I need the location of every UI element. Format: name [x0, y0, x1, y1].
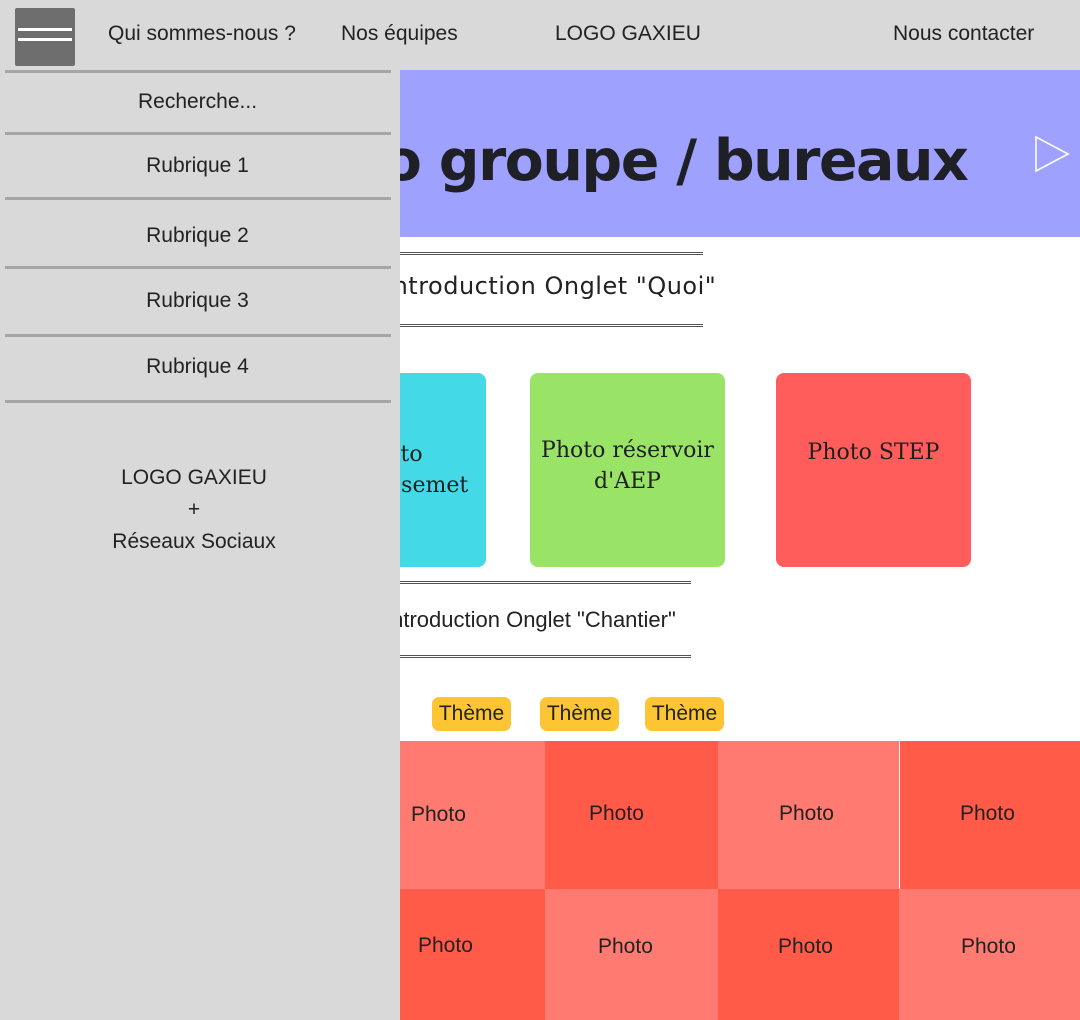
drawer-item-rubrique-4[interactable]: Rubrique 4 — [0, 355, 395, 379]
header-logo: LOGO GAXIEU — [555, 22, 701, 45]
drawer-item-rubrique-3[interactable]: Rubrique 3 — [0, 289, 395, 313]
tile-reservoir-aep[interactable]: Photo réservoir d'AEP — [530, 373, 725, 567]
nav-link-nos-equipes[interactable]: Nos équipes — [341, 22, 458, 46]
nav-link-qui-sommes-nous[interactable]: Qui sommes-nous ? — [108, 22, 296, 46]
drawer-separator — [5, 132, 391, 135]
photo-label: Photo — [418, 934, 473, 957]
top-navigation-bar: Qui sommes-nous ? Nos équipes LOGO GAXIE… — [0, 0, 1080, 70]
drawer-item-rubrique-2[interactable]: Rubrique 2 — [0, 224, 395, 248]
hamburger-menu-icon[interactable] — [15, 8, 75, 66]
nav-link-nous-contacter[interactable]: Nous contacter — [893, 22, 1034, 46]
theme-chip[interactable]: Thème — [645, 697, 724, 731]
photo-cell[interactable]: Photo — [545, 889, 718, 1020]
tile-label: Photo STEP — [807, 440, 940, 465]
photo-cell[interactable]: Photo — [899, 889, 1080, 1020]
photo-label: Photo — [598, 935, 653, 958]
drawer-item-rubrique-1[interactable]: Rubrique 1 — [0, 154, 395, 178]
triangle-next-icon[interactable] — [1032, 134, 1072, 174]
photo-label: Photo — [779, 802, 834, 825]
drawer-separator — [5, 266, 391, 269]
divider — [400, 581, 691, 584]
photo-cell[interactable]: Photo — [718, 889, 899, 1020]
photo-cell[interactable]: Photo — [400, 741, 545, 889]
photo-cell[interactable]: Photo — [545, 741, 718, 889]
section-intro-chantier: Introduction Onglet "Chantier" — [385, 607, 676, 632]
photo-label: Photo — [960, 802, 1015, 825]
drawer-footer-logo: LOGO GAXIEU — [121, 466, 267, 489]
photo-label: Photo — [411, 803, 466, 826]
photo-cell[interactable]: Photo — [400, 889, 545, 1020]
tile-label: Photo réservoir d'AEP — [541, 438, 714, 494]
hero-title: Photo groupe / bureaux — [400, 128, 969, 194]
theme-chip[interactable]: Thème — [432, 697, 511, 731]
drawer-footer: LOGO GAXIEU + Réseaux Sociaux — [0, 462, 388, 558]
drawer-separator — [5, 70, 391, 73]
drawer-separator — [5, 334, 391, 337]
divider — [400, 252, 703, 255]
drawer-footer-social[interactable]: Réseaux Sociaux — [0, 526, 388, 558]
drawer-footer-plus: + — [187, 498, 201, 521]
photo-label: Photo — [778, 935, 833, 958]
photo-label: Photo — [589, 802, 644, 825]
photo-cell[interactable]: Photo — [900, 741, 1080, 889]
tile-step[interactable]: Photo STEP — [776, 373, 971, 567]
section-intro-quoi: Introduction Onglet "Quoi" — [385, 272, 717, 300]
photo-cell[interactable]: Photo — [718, 741, 899, 889]
menu-icon-line — [18, 28, 72, 31]
hero-banner: Photo groupe / bureaux — [400, 70, 1080, 237]
menu-icon-line — [18, 38, 72, 41]
side-drawer: Recherche... Rubrique 1 Rubrique 2 Rubri… — [0, 70, 400, 1020]
drawer-separator — [5, 197, 391, 200]
drawer-search[interactable]: Recherche... — [0, 90, 395, 114]
drawer-separator — [5, 400, 391, 403]
photo-label: Photo — [961, 935, 1016, 958]
photo-grid: Photo Photo Photo Photo Photo Photo Phot… — [400, 741, 1080, 1020]
divider — [400, 655, 691, 658]
divider — [400, 324, 703, 327]
theme-chip[interactable]: Thème — [540, 697, 619, 731]
